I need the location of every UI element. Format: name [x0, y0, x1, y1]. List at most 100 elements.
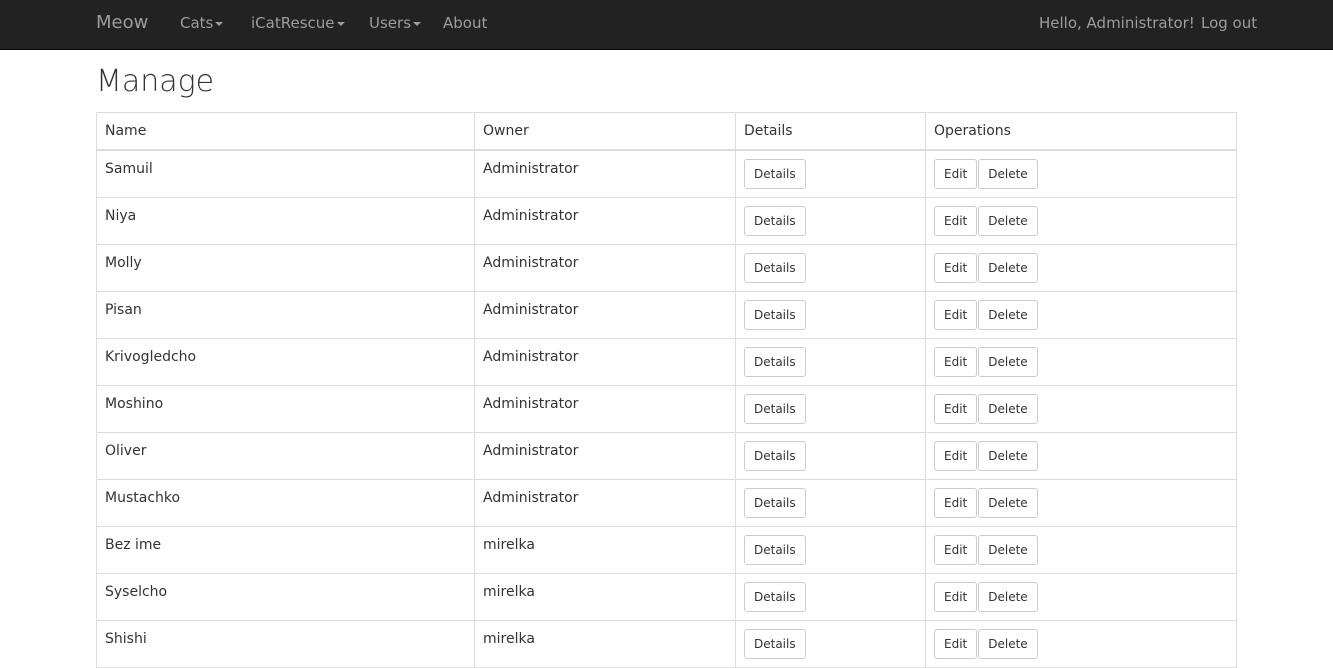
- details-button[interactable]: Details: [744, 159, 806, 189]
- caret-down-icon: [336, 21, 345, 26]
- edit-button[interactable]: Edit: [934, 488, 978, 518]
- table-row: Samuil Administrator Details Edit Delete: [96, 149, 1237, 198]
- details-button[interactable]: Details: [744, 629, 806, 659]
- user-greeting-link[interactable]: Hello, Administrator!: [1039, 0, 1195, 46]
- edit-button[interactable]: Edit: [934, 394, 978, 424]
- edit-button[interactable]: Edit: [934, 582, 978, 612]
- delete-button[interactable]: Delete: [978, 394, 1038, 424]
- nav-menu-users-label: Users: [369, 14, 412, 32]
- caret-down-icon: [215, 21, 224, 26]
- column-header-owner: Owner: [474, 112, 736, 151]
- cat-name-cell: Samuil: [96, 149, 475, 198]
- operations-cell: Edit Delete: [925, 244, 1237, 292]
- edit-button[interactable]: Edit: [934, 441, 978, 471]
- cat-name-cell: Molly: [96, 244, 475, 292]
- details-cell: Details: [735, 244, 926, 292]
- table-row: Bez ime mirelka Details Edit Delete: [96, 526, 1237, 574]
- brand-link[interactable]: Meow: [96, 0, 148, 46]
- details-button[interactable]: Details: [744, 347, 806, 377]
- details-button[interactable]: Details: [744, 206, 806, 236]
- owner-cell: Administrator: [474, 197, 736, 245]
- delete-button[interactable]: Delete: [978, 347, 1038, 377]
- details-button[interactable]: Details: [744, 394, 806, 424]
- delete-button[interactable]: Delete: [978, 159, 1038, 189]
- owner-cell: Administrator: [474, 244, 736, 292]
- nav-menu-cats[interactable]: Cats: [180, 0, 224, 46]
- operations-cell: Edit Delete: [925, 573, 1237, 621]
- operations-cell: Edit Delete: [925, 479, 1237, 527]
- details-button[interactable]: Details: [744, 535, 806, 565]
- edit-button[interactable]: Edit: [934, 159, 978, 189]
- cat-name-cell: Bez ime: [96, 526, 475, 574]
- details-cell: Details: [735, 573, 926, 621]
- operations-cell: Edit Delete: [925, 197, 1237, 245]
- table-row: Pisan Administrator Details Edit Delete: [96, 291, 1237, 339]
- details-button[interactable]: Details: [744, 582, 806, 612]
- edit-button[interactable]: Edit: [934, 347, 978, 377]
- delete-button[interactable]: Delete: [978, 441, 1038, 471]
- owner-cell: mirelka: [474, 526, 736, 574]
- manage-table: Name Owner Details Operations Samuil Admi…: [96, 112, 1237, 668]
- operations-cell: Edit Delete: [925, 149, 1237, 198]
- details-cell: Details: [735, 432, 926, 480]
- delete-button[interactable]: Delete: [978, 253, 1038, 283]
- nav-menu-users[interactable]: Users: [369, 0, 422, 46]
- table-row: Niya Administrator Details Edit Delete: [96, 197, 1237, 245]
- details-cell: Details: [735, 149, 926, 198]
- details-button[interactable]: Details: [744, 488, 806, 518]
- column-header-name: Name: [96, 112, 475, 151]
- details-cell: Details: [735, 197, 926, 245]
- edit-button[interactable]: Edit: [934, 629, 978, 659]
- manage-table-container: Name Owner Details Operations Samuil Admi…: [96, 112, 1237, 668]
- cat-name-cell: Shishi: [96, 620, 475, 668]
- owner-cell: mirelka: [474, 573, 736, 621]
- details-button[interactable]: Details: [744, 300, 806, 330]
- cat-name-cell: Pisan: [96, 291, 475, 339]
- table-row: Shishi mirelka Details Edit Delete: [96, 620, 1237, 668]
- edit-button[interactable]: Edit: [934, 300, 978, 330]
- delete-button[interactable]: Delete: [978, 629, 1038, 659]
- cat-name-cell: Krivogledcho: [96, 338, 475, 386]
- table-row: Mustachko Administrator Details Edit Delete: [96, 479, 1237, 527]
- operations-cell: Edit Delete: [925, 526, 1237, 574]
- owner-cell: Administrator: [474, 149, 736, 198]
- table-row: Krivogledcho Administrator Details Edit Dele…: [96, 338, 1237, 386]
- delete-button[interactable]: Delete: [978, 582, 1038, 612]
- table-row: Syselcho mirelka Details Edit Delete: [96, 573, 1237, 621]
- details-cell: Details: [735, 526, 926, 574]
- details-cell: Details: [735, 620, 926, 668]
- owner-cell: mirelka: [474, 620, 736, 668]
- cat-name-cell: Mustachko: [96, 479, 475, 527]
- operations-cell: Edit Delete: [925, 432, 1237, 480]
- details-button[interactable]: Details: [744, 253, 806, 283]
- operations-cell: Edit Delete: [925, 620, 1237, 668]
- nav-link-about[interactable]: About: [443, 0, 487, 46]
- details-cell: Details: [735, 291, 926, 339]
- nav-menu-cats-label: Cats: [180, 14, 214, 32]
- details-button[interactable]: Details: [744, 441, 806, 471]
- delete-button[interactable]: Delete: [978, 206, 1038, 236]
- logout-link[interactable]: Log out: [1201, 0, 1257, 46]
- table-row: Moshino Administrator Details Edit Delete: [96, 385, 1237, 433]
- delete-button[interactable]: Delete: [978, 300, 1038, 330]
- cat-name-cell: Oliver: [96, 432, 475, 480]
- nav-menu-icatrescue[interactable]: iCatRescue: [251, 0, 345, 46]
- cat-name-cell: Moshino: [96, 385, 475, 433]
- edit-button[interactable]: Edit: [934, 253, 978, 283]
- operations-cell: Edit Delete: [925, 385, 1237, 433]
- operations-cell: Edit Delete: [925, 338, 1237, 386]
- table-row: Oliver Administrator Details Edit Delete: [96, 432, 1237, 480]
- caret-down-icon: [413, 21, 422, 26]
- edit-button[interactable]: Edit: [934, 206, 978, 236]
- owner-cell: Administrator: [474, 479, 736, 527]
- delete-button[interactable]: Delete: [978, 488, 1038, 518]
- column-header-details: Details: [735, 112, 926, 151]
- top-navbar: Meow Cats iCatRescue Users About Hello, …: [0, 0, 1333, 50]
- details-cell: Details: [735, 479, 926, 527]
- delete-button[interactable]: Delete: [978, 535, 1038, 565]
- edit-button[interactable]: Edit: [934, 535, 978, 565]
- details-cell: Details: [735, 385, 926, 433]
- table-body: Samuil Administrator Details Edit Delete Niya…: [96, 149, 1237, 668]
- page-title: Manage: [96, 64, 215, 99]
- operations-cell: Edit Delete: [925, 291, 1237, 339]
